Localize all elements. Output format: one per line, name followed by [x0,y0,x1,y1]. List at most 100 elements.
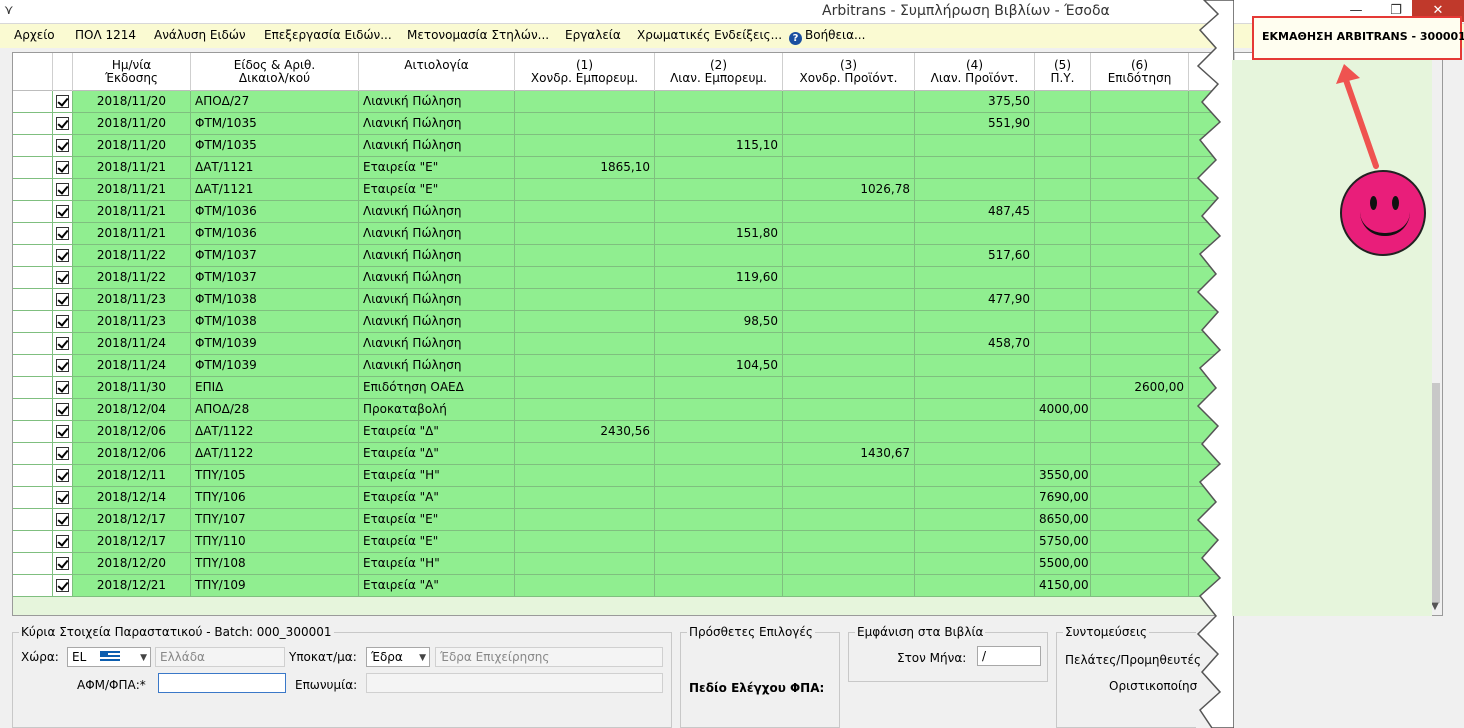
column-header-checkbox[interactable] [53,53,73,91]
cell-services[interactable] [1035,311,1091,333]
row-selector-cell[interactable] [13,575,53,597]
cell-reason[interactable]: Εταιρεία "Ε" [359,179,515,201]
cell-wholesale-goods[interactable] [515,399,655,421]
row-checkbox[interactable] [56,337,69,350]
cell-reason[interactable]: Εταιρεία "Ε" [359,531,515,553]
cell-date[interactable]: 2018/11/20 [73,113,191,135]
column-header-retail-products[interactable]: (4) Λιαν. Προϊόντ. [915,53,1035,91]
cell-services[interactable] [1035,355,1091,377]
table-row[interactable]: 2018/12/14ΤΠΥ/106Εταιρεία "Α"7690,001845… [13,487,1315,509]
cell-wholesale-products[interactable] [783,245,915,267]
cell-retail-products[interactable] [915,465,1035,487]
cell-services[interactable] [1035,201,1091,223]
cell-reason[interactable]: Λιανική Πώληση [359,91,515,113]
cell-retail-goods[interactable] [655,179,783,201]
table-row[interactable]: 2018/12/17ΤΠΥ/110Εταιρεία "Ε"5750,001380… [13,531,1315,553]
cell-subsidy[interactable] [1091,289,1189,311]
row-selector-cell[interactable] [13,487,53,509]
table-row[interactable]: 2018/11/23ΦΤΜ/1038Λιανική Πώληση477,9062… [13,289,1315,311]
cell-wholesale-products[interactable] [783,267,915,289]
cell-retail-goods[interactable]: 115,10 [655,135,783,157]
cell-subsidy[interactable] [1091,91,1189,113]
cell-reason[interactable]: Εταιρεία "Η" [359,553,515,575]
cell-wholesale-goods[interactable] [515,575,655,597]
cell-reason[interactable]: Λιανική Πώληση [359,135,515,157]
menu-rename-columns[interactable]: Μετονομασία Στηλών... [407,28,549,42]
cell-wholesale-goods[interactable] [515,289,655,311]
cell-date[interactable]: 2018/12/20 [73,553,191,575]
cell-wholesale-goods[interactable] [515,311,655,333]
cell-doc-type-number[interactable]: ΦΤΜ/1035 [191,113,359,135]
column-header-wholesale-goods[interactable]: (1) Χονδρ. Εμπορευμ. [515,53,655,91]
cell-date[interactable]: 2018/12/11 [73,465,191,487]
cell-services[interactable] [1035,245,1091,267]
cell-wholesale-products[interactable] [783,553,915,575]
cell-services[interactable] [1035,333,1091,355]
cell-subsidy[interactable] [1091,443,1189,465]
cell-wholesale-goods[interactable] [515,509,655,531]
cell-date[interactable]: 2018/11/22 [73,245,191,267]
table-row[interactable]: 2018/11/21ΔΑΤ/1121Εταιρεία "Ε"1026,78133… [13,179,1315,201]
cell-retail-products[interactable] [915,135,1035,157]
cell-subsidy[interactable] [1091,333,1189,355]
cell-retail-products[interactable] [915,311,1035,333]
column-header-date[interactable]: Ημ/νία Έκδοσης [73,53,191,91]
cell-wholesale-goods[interactable] [515,443,655,465]
row-checkbox[interactable] [56,557,69,570]
cell-retail-goods[interactable] [655,465,783,487]
cell-date[interactable]: 2018/12/17 [73,509,191,531]
cell-wholesale-products[interactable] [783,575,915,597]
cell-doc-type-number[interactable]: ΔΑΤ/1121 [191,157,359,179]
table-row[interactable]: 2018/12/21ΤΠΥ/109Εταιρεία "Α"4150,00996,… [13,575,1315,597]
row-selector-cell[interactable] [13,223,53,245]
cell-wholesale-goods[interactable] [515,465,655,487]
cell-subsidy[interactable] [1091,245,1189,267]
country-select[interactable]: EL ▼ [67,647,151,667]
row-checkbox[interactable] [56,183,69,196]
cell-date[interactable]: 2018/11/24 [73,355,191,377]
menu-file[interactable]: Αρχείο [14,28,55,42]
row-checkbox[interactable] [56,403,69,416]
cell-wholesale-products[interactable] [783,377,915,399]
row-checkbox[interactable] [56,271,69,284]
cell-subsidy[interactable] [1091,421,1189,443]
table-row[interactable]: 2018/11/23ΦΤΜ/1038Λιανική Πώληση98,5023,… [13,311,1315,333]
row-checkbox[interactable] [56,469,69,482]
cell-wholesale-products[interactable] [783,399,915,421]
row-selector-cell[interactable] [13,443,53,465]
table-row[interactable]: 2018/11/20ΦΤΜ/1035Λιανική Πώληση115,1027… [13,135,1315,157]
cell-date[interactable]: 2018/12/21 [73,575,191,597]
table-row[interactable]: 2018/11/30 ΕΠΙΔ Επιδότηση ΟΑΕΔ 2600,00 [13,377,1315,399]
row-selector-cell[interactable] [13,355,53,377]
menu-items-edit[interactable]: Επεξεργασία Ειδών... [264,28,392,42]
cell-subsidy[interactable] [1091,311,1189,333]
cell-date[interactable]: 2018/11/21 [73,201,191,223]
cell-retail-products[interactable] [915,575,1035,597]
table-row[interactable]: 2018/11/21ΔΑΤ/1121Εταιρεία "Ε"1865,10447… [13,157,1315,179]
cell-doc-type-number[interactable]: ΤΠΥ/110 [191,531,359,553]
cell-reason[interactable]: Λιανική Πώληση [359,333,515,355]
cell-services[interactable] [1035,377,1091,399]
row-checkbox[interactable] [56,359,69,372]
cell-wholesale-goods[interactable] [515,487,655,509]
table-row[interactable]: 2018/12/17ΤΠΥ/107Εταιρεία "Ε"8650,002076… [13,509,1315,531]
row-selector-cell[interactable] [13,421,53,443]
cell-retail-goods[interactable] [655,113,783,135]
cell-date[interactable]: 2018/11/21 [73,179,191,201]
cell-wholesale-products[interactable] [783,113,915,135]
cell-reason[interactable]: Επιδότηση ΟΑΕΔ [359,377,515,399]
cell-doc-type-number[interactable]: ΤΠΥ/106 [191,487,359,509]
cell-doc-type-number[interactable]: ΦΤΜ/1035 [191,135,359,157]
cell-date[interactable]: 2018/11/22 [73,267,191,289]
cell-retail-products[interactable] [915,487,1035,509]
cell-doc-type-number[interactable]: ΕΠΙΔ [191,377,359,399]
menu-items-analysis[interactable]: Ανάλυση Ειδών [154,28,246,42]
afm-input[interactable] [158,673,286,693]
cell-wholesale-products[interactable] [783,509,915,531]
cell-retail-products[interactable] [915,355,1035,377]
column-header-wholesale-products[interactable]: (3) Χονδρ. Προϊόντ. [783,53,915,91]
cell-wholesale-goods[interactable] [515,223,655,245]
cell-retail-products[interactable] [915,223,1035,245]
cell-wholesale-products[interactable] [783,223,915,245]
cell-subsidy[interactable] [1091,201,1189,223]
